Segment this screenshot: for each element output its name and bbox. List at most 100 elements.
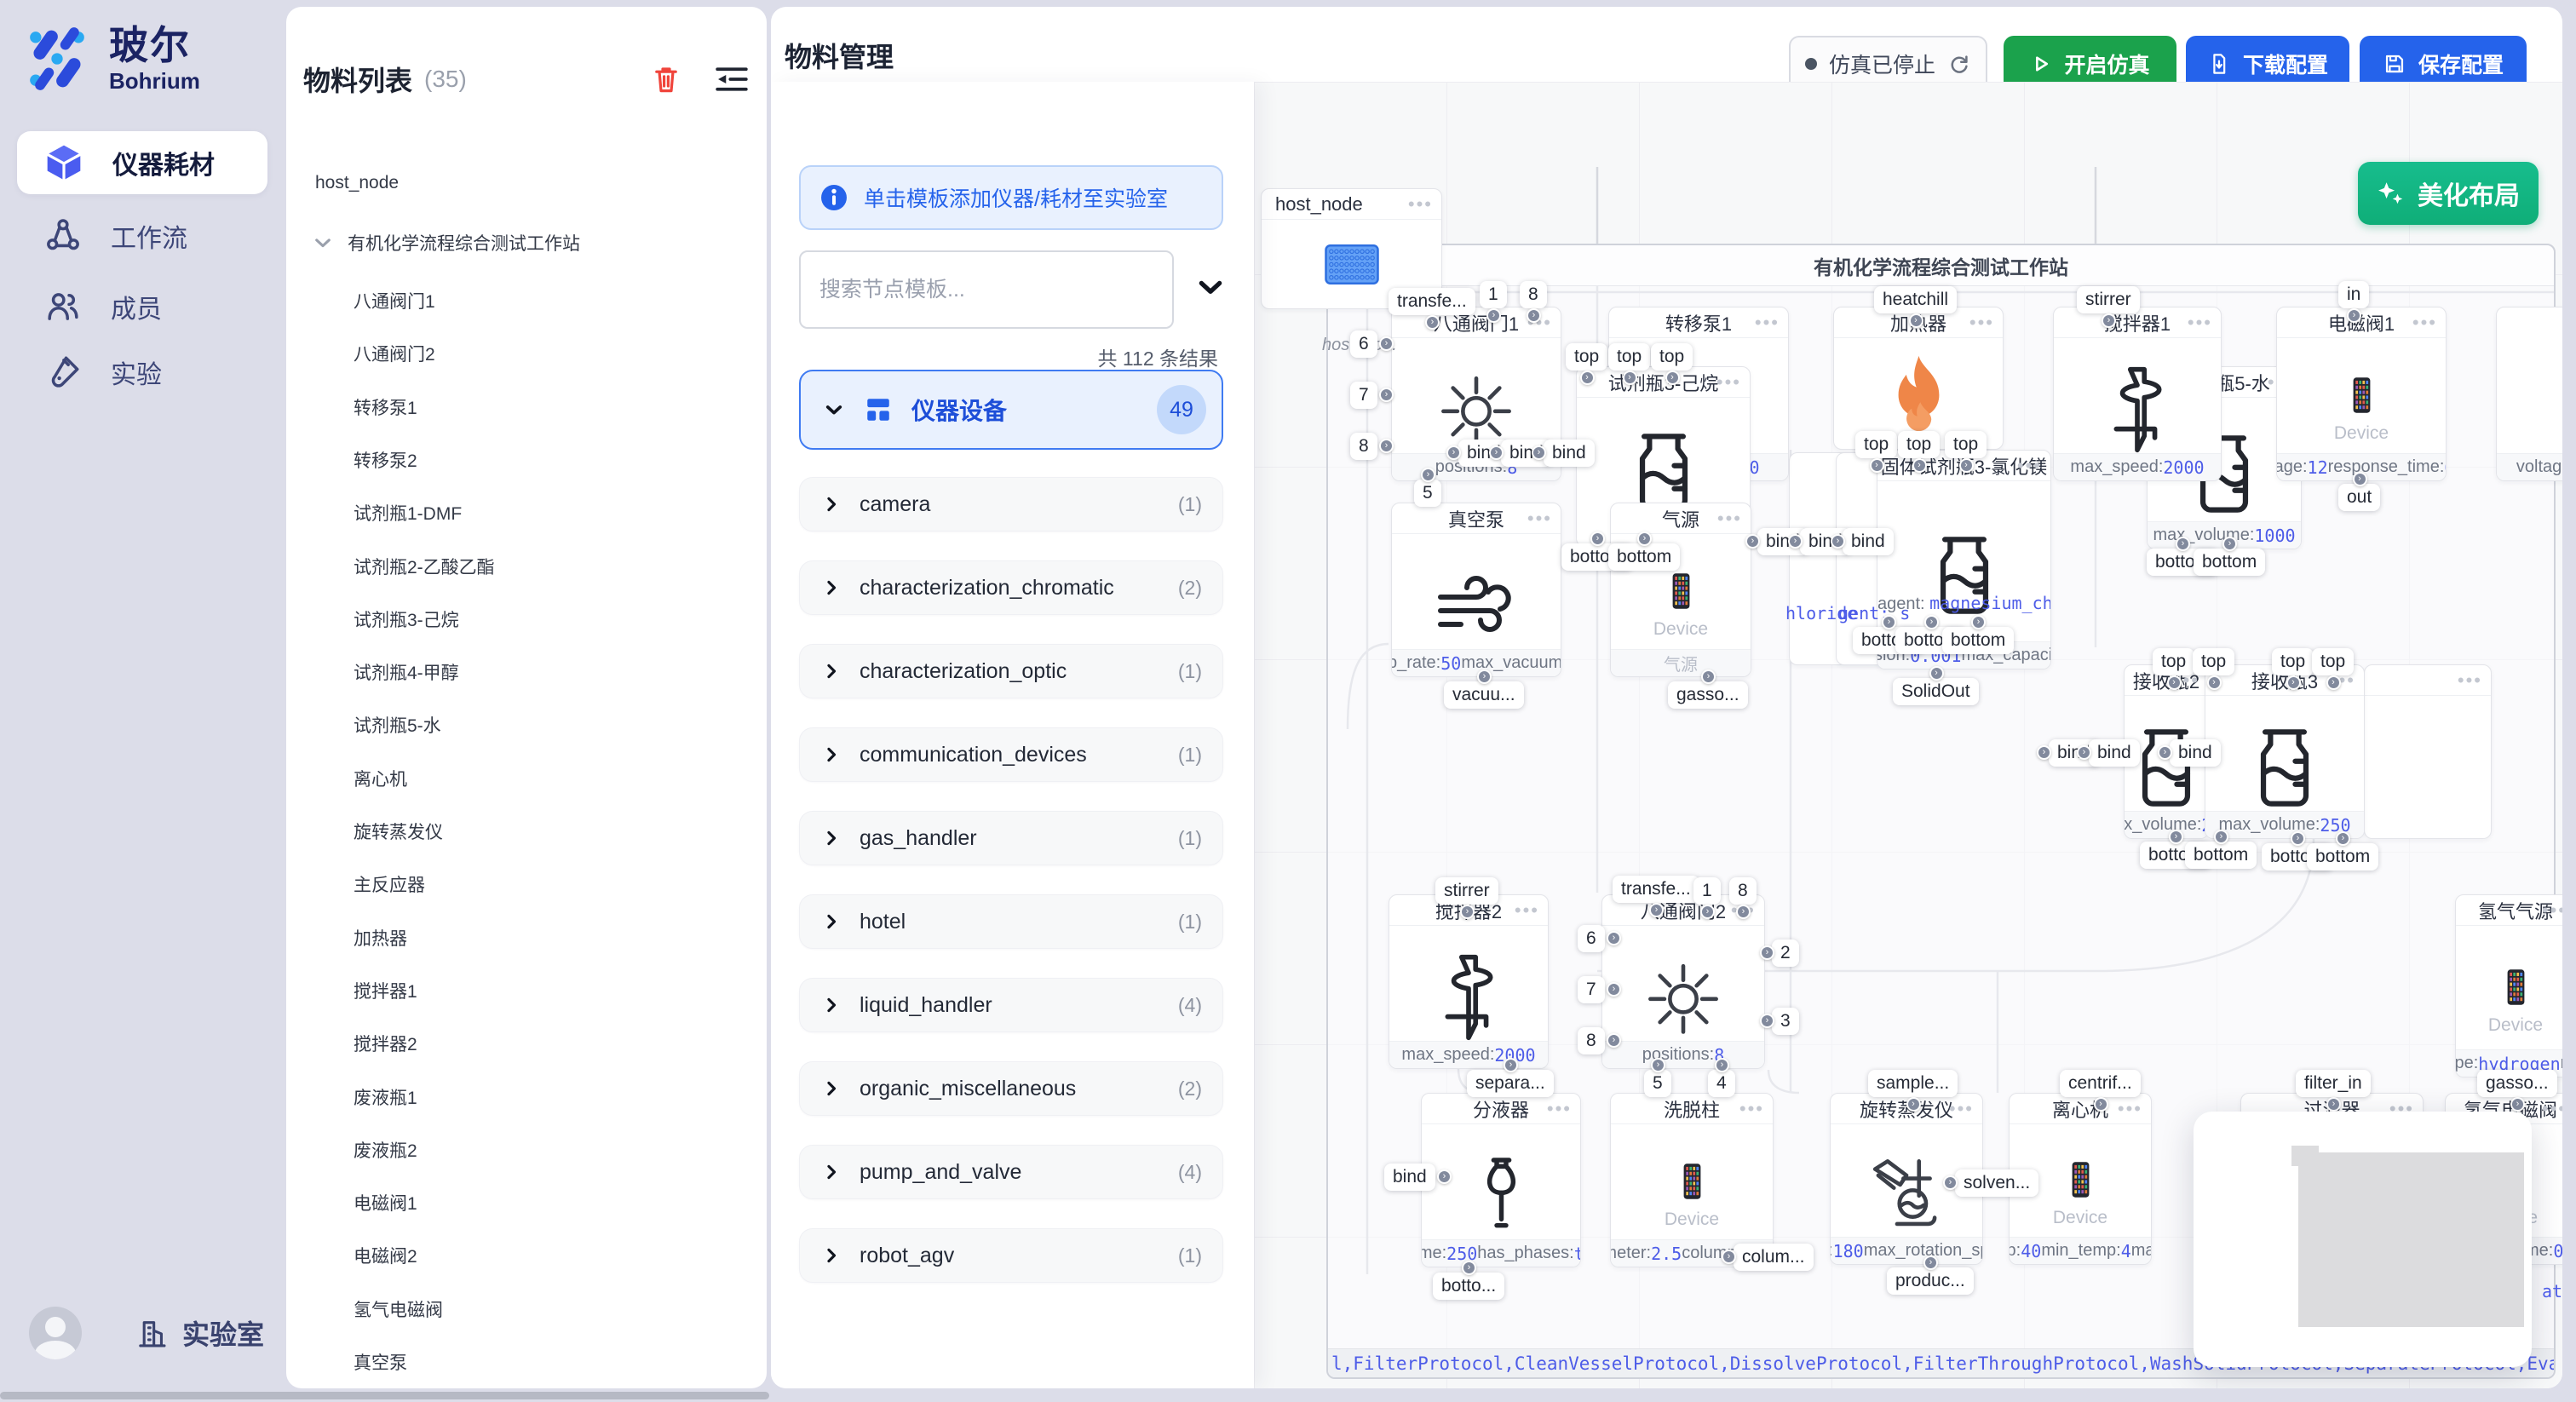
avatar[interactable] (29, 1307, 82, 1359)
port-chip-top[interactable]: top (2153, 648, 2194, 675)
port-chip-gasso[interactable]: gasso... (2477, 1070, 2557, 1097)
port-chip-in[interactable]: in (2338, 281, 2369, 308)
port-dot[interactable]: › (1909, 313, 1923, 328)
tree-item[interactable]: 氢气电磁阀 (354, 1296, 443, 1322)
node-menu-icon[interactable]: ••• (1527, 503, 1552, 534)
tree-item[interactable]: 电磁阀1 (354, 1190, 417, 1215)
port-dot[interactable]: › (1929, 666, 1944, 681)
tree-item[interactable]: 转移泵1 (354, 394, 417, 420)
port-dot[interactable]: › (1379, 439, 1394, 453)
port-chip-1[interactable]: 1 (1693, 877, 1721, 905)
port-dot[interactable]: › (1760, 945, 1774, 960)
tree-item[interactable]: 八通阀门2 (354, 341, 435, 366)
tree-item[interactable]: 试剂瓶1-DMF (354, 500, 462, 526)
port-chip-top[interactable]: top (1608, 343, 1650, 371)
category-robot_agv[interactable]: robot_agv(1) (799, 1228, 1223, 1283)
port-dot[interactable]: › (2336, 831, 2350, 846)
node-menu-icon[interactable]: ••• (2017, 451, 2042, 481)
port-dot[interactable]: › (1959, 458, 1974, 473)
port-chip-heatchill[interactable]: heatchill (1874, 286, 1957, 313)
port-dot[interactable]: › (2102, 313, 2116, 328)
search-box[interactable] (799, 250, 1174, 329)
node-stirrer-1[interactable]: 搅拌器1•••max_speed: 2000 (2053, 307, 2222, 481)
port-dot[interactable]: › (1477, 669, 1492, 684)
chevron-down-icon[interactable] (312, 232, 334, 254)
tree-item[interactable]: 旋转蒸发仪 (354, 819, 443, 844)
node-elution-column[interactable]: 洗脱柱•••Devicediameter: 2.5 column_type: s… (1610, 1093, 1774, 1267)
node-menu-icon[interactable]: ••• (2542, 1094, 2562, 1124)
port-chip-4[interactable]: 4 (1708, 1070, 1735, 1097)
port-chip-botto[interactable]: botto... (1433, 1273, 1504, 1300)
port-chip-solidout[interactable]: SolidOut (1893, 678, 1979, 705)
port-chip-5[interactable]: 5 (1644, 1070, 1671, 1097)
port-dot[interactable]: › (2326, 1097, 2341, 1112)
port-chip-bind[interactable]: bind (2170, 739, 2221, 767)
port-chip-produc[interactable]: produc... (1887, 1267, 1974, 1295)
node-menu-icon[interactable]: ••• (2458, 665, 2482, 696)
port-dot[interactable]: › (2353, 472, 2367, 486)
port-dot[interactable]: › (2094, 1097, 2108, 1112)
horizontal-scrollbar[interactable] (0, 1392, 769, 1399)
port-dot[interactable]: › (1425, 315, 1440, 330)
sidebar-item-lab[interactable]: 实验室 (133, 1313, 264, 1353)
port-chip-top[interactable]: top (1855, 431, 1897, 458)
tree-item[interactable]: 废液瓶1 (354, 1084, 417, 1110)
category-liquid_handler[interactable]: liquid_handler(4) (799, 978, 1223, 1032)
port-dot[interactable]: › (2037, 745, 2051, 760)
port-dot[interactable]: › (2286, 675, 2301, 690)
port-chip-6[interactable]: 6 (1350, 330, 1377, 358)
node-heater[interactable]: 加热器••• (1833, 307, 2004, 450)
node-vacuum-pump[interactable]: 真空泵•••pump_rate: 50 max_vacuum: 0.1 (1391, 503, 1561, 677)
port-chip-top[interactable]: top (1945, 431, 1987, 458)
node-solenoid-valve-1[interactable]: 电磁阀1•••Devicevoltage: 12 response_time: … (2276, 307, 2447, 481)
category-instruments[interactable]: 仪器设备 49 (799, 370, 1223, 450)
node-hydrogen-gas-source[interactable]: 氢气气源•••Devicegas_type: hydrogen max_pre (2455, 894, 2562, 1077)
port-dot[interactable]: › (2207, 675, 2222, 690)
port-dot[interactable]: › (1607, 931, 1621, 945)
category-hotel[interactable]: hotel(1) (799, 894, 1223, 949)
port-chip-sample[interactable]: sample... (1868, 1070, 1958, 1097)
port-dot[interactable]: › (1623, 371, 1637, 385)
port-dot[interactable]: › (1665, 371, 1680, 385)
tree-item[interactable]: 加热器 (354, 925, 407, 951)
search-input[interactable] (819, 278, 1143, 302)
port-chip-out[interactable]: out (2338, 484, 2380, 511)
port-chip-3[interactable]: 3 (1772, 1008, 1799, 1035)
node-stirrer-2[interactable]: 搅拌器2•••max_speed: 2000 (1389, 894, 1549, 1069)
port-chip-bind[interactable]: bind (1843, 528, 1894, 555)
port-dot[interactable]: › (2222, 537, 2237, 551)
tree-item[interactable]: 搅拌器2 (354, 1031, 417, 1056)
port-dot[interactable]: › (1527, 308, 1541, 323)
port-dot[interactable]: › (1532, 445, 1546, 460)
chevron-down-icon[interactable] (1194, 271, 1227, 303)
port-dot[interactable]: › (1460, 905, 1475, 919)
port-dot[interactable]: › (1701, 669, 1716, 684)
port-chip-bind[interactable]: bind (1544, 440, 1595, 467)
port-dot[interactable]: › (1745, 534, 1760, 549)
port-chip-bottom[interactable]: bottom (1942, 627, 2014, 654)
port-dot[interactable]: › (1715, 1058, 1729, 1072)
port-chip-transfe[interactable]: transfe... (1613, 876, 1699, 903)
node-menu-icon[interactable]: ••• (2188, 307, 2212, 338)
port-dot[interactable]: › (1637, 531, 1652, 546)
node-menu-icon[interactable]: ••• (1755, 307, 1780, 338)
port-dot[interactable]: › (1943, 1175, 1958, 1190)
port-dot[interactable]: › (1882, 615, 1896, 629)
port-dot[interactable]: › (1590, 531, 1605, 546)
port-dot[interactable]: › (1700, 905, 1715, 919)
port-dot[interactable]: › (2176, 537, 2190, 551)
port-chip-top[interactable]: top (1566, 343, 1607, 371)
port-dot[interactable]: › (1462, 1261, 1476, 1275)
tree-item[interactable]: 试剂瓶5-水 (354, 712, 441, 738)
tree-item[interactable]: 八通阀门1 (354, 288, 435, 313)
port-dot[interactable]: › (2510, 1097, 2525, 1112)
port-dot[interactable]: › (1906, 1097, 1921, 1112)
port-chip-top[interactable]: top (2312, 648, 2354, 675)
port-dot[interactable]: › (1379, 388, 1394, 402)
tree-item[interactable]: 离心机 (354, 766, 407, 791)
port-chip-bottom[interactable]: bottom (1608, 543, 1680, 571)
node-menu-icon[interactable]: ••• (1547, 1094, 1572, 1124)
port-chip-colum[interactable]: colum... (1734, 1244, 1814, 1271)
port-chip-8[interactable]: 8 (1520, 281, 1547, 308)
port-chip-8[interactable]: 8 (1578, 1027, 1605, 1054)
